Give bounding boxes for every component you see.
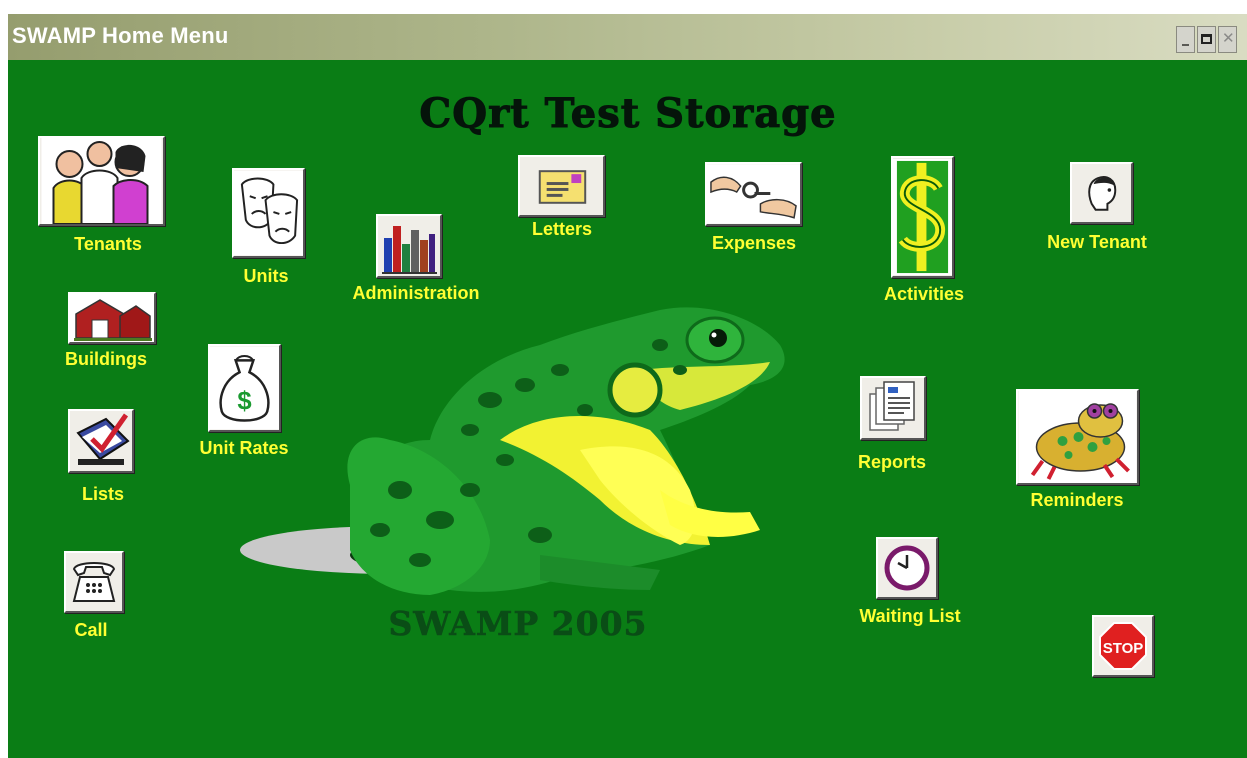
buildings-button[interactable] — [68, 292, 156, 344]
telephone-icon — [66, 553, 122, 611]
units-button[interactable] — [232, 168, 305, 258]
frog-illustration — [240, 307, 785, 595]
maximize-button[interactable] — [1197, 26, 1216, 53]
barn-icon — [70, 294, 154, 342]
unit-rates-label[interactable]: Unit Rates — [199, 438, 288, 459]
person-head-icon — [1072, 164, 1131, 222]
new-tenant-label[interactable]: New Tenant — [1047, 232, 1147, 253]
app-version-footer: SWAMP 2005 — [388, 604, 648, 644]
stop-label: STOP — [1103, 640, 1144, 657]
minimize-button[interactable] — [1176, 26, 1195, 53]
reports-button[interactable] — [860, 376, 926, 440]
expenses-label[interactable]: Expenses — [712, 233, 796, 254]
people-icon — [41, 138, 162, 224]
new-tenant-button[interactable] — [1070, 162, 1133, 224]
buildings-label[interactable]: Buildings — [65, 349, 147, 370]
app-window: SWAMP Home Menu ✕ CQrt Test Storage SWAM… — [8, 14, 1247, 758]
reminders-button[interactable] — [1016, 389, 1139, 485]
svg-text:$: $ — [237, 388, 251, 416]
main-menu-area: CQrt Test Storage SWAMP 2005 Tenants Uni… — [8, 60, 1247, 758]
administration-button[interactable] — [376, 214, 442, 278]
stop-sign-icon: STOP — [1094, 617, 1152, 675]
call-button[interactable] — [64, 551, 124, 613]
expenses-button[interactable] — [705, 162, 802, 226]
money-bag-icon: $ — [210, 346, 279, 430]
hand-keys-icon — [707, 164, 800, 224]
toad-icon — [1018, 391, 1137, 483]
lists-button[interactable] — [68, 409, 134, 473]
lists-label[interactable]: Lists — [82, 484, 124, 505]
tenants-button[interactable] — [38, 136, 165, 226]
reports-label[interactable]: Reports — [858, 452, 926, 473]
reminders-label[interactable]: Reminders — [1030, 490, 1123, 511]
stop-button[interactable]: STOP — [1092, 615, 1154, 677]
app-title: CQrt Test Storage — [419, 90, 837, 138]
units-label[interactable]: Units — [244, 266, 289, 287]
close-icon: ✕ — [1222, 30, 1235, 47]
letters-label[interactable]: Letters — [532, 219, 592, 240]
close-button[interactable]: ✕ — [1218, 26, 1237, 53]
dollar-sign-icon — [893, 158, 952, 276]
activities-label[interactable]: Activities — [884, 284, 964, 305]
activities-button[interactable] — [891, 156, 954, 278]
envelope-icon — [520, 157, 603, 215]
administration-label[interactable]: Administration — [352, 283, 479, 304]
waiting-list-button[interactable] — [876, 537, 938, 599]
documents-icon — [862, 378, 924, 438]
title-bar[interactable]: SWAMP Home Menu ✕ — [8, 14, 1247, 60]
clock-icon — [878, 539, 936, 597]
waiting-list-label[interactable]: Waiting List — [859, 606, 960, 627]
tenants-label[interactable]: Tenants — [74, 234, 142, 255]
unit-rates-button[interactable]: $ — [208, 344, 281, 432]
call-label[interactable]: Call — [74, 620, 107, 641]
letters-button[interactable] — [518, 155, 605, 217]
theater-masks-icon — [234, 170, 303, 256]
books-icon — [378, 216, 440, 276]
window-title: SWAMP Home Menu — [12, 23, 229, 48]
checklist-icon — [70, 411, 132, 471]
